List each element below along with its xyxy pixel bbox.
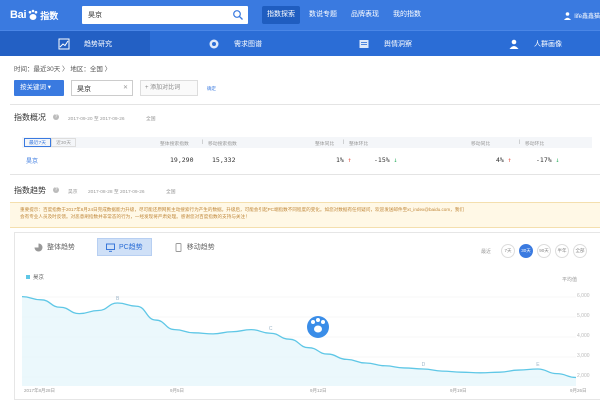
baidu-paw-watermark — [307, 316, 329, 338]
event-marker[interactable]: E — [536, 362, 540, 368]
trend-chart-svg: BCD E — [21, 295, 577, 386]
event-marker[interactable]: D — [422, 362, 426, 368]
event-marker[interactable]: C — [269, 326, 273, 332]
